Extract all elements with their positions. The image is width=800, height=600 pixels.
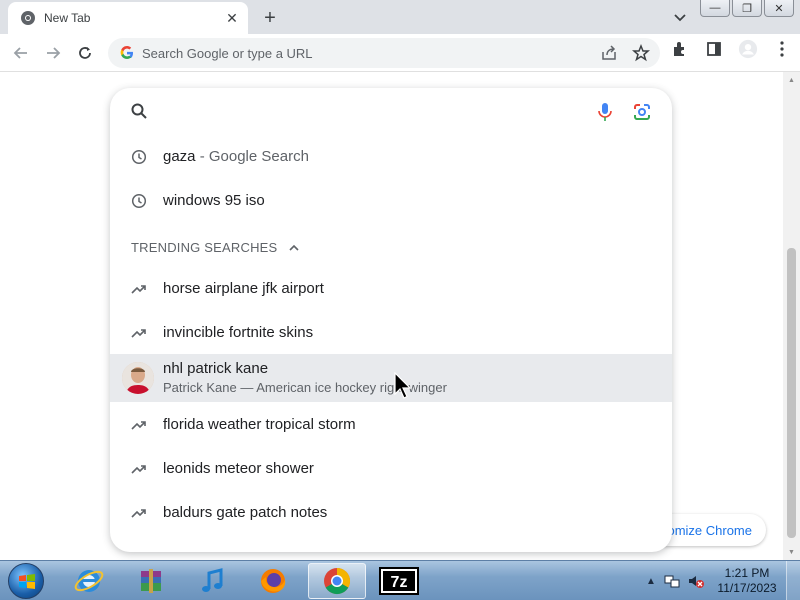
scroll-up-arrow-icon[interactable]: ▲ <box>787 76 796 85</box>
trending-arrow-icon <box>130 460 148 478</box>
search-icon <box>131 103 147 119</box>
search-box[interactable] <box>110 88 672 136</box>
suggestion-recent-gaza[interactable]: gaza - Google Search <box>110 134 672 178</box>
suggestion-recent-windows-95-iso[interactable]: windows 95 iso <box>110 178 672 222</box>
tab-strip: New Tab ✕ + — ❐ ✕ <box>0 0 800 34</box>
toolbar-actions <box>670 39 792 59</box>
clock-time: 1:21 PM <box>724 566 770 580</box>
extensions-icon[interactable] <box>670 39 690 59</box>
google-g-icon <box>120 46 133 59</box>
new-tab-button[interactable]: + <box>258 6 282 30</box>
taskbar-winrar[interactable] <box>122 563 180 599</box>
internet-explorer-icon <box>74 570 104 592</box>
taskbar-clock[interactable]: 1:21 PM 11/17/2023 <box>708 566 786 596</box>
taskbar-internet-explorer[interactable] <box>60 563 118 599</box>
trending-searches-header[interactable]: TRENDING SEARCHES <box>131 240 299 255</box>
suggestion-text: baldurs gate patch notes <box>163 503 328 521</box>
forward-button[interactable] <box>42 42 64 64</box>
search-suggestions-dropdown: gaza - Google Search windows 95 iso TREN… <box>110 88 672 552</box>
suggestion-trending[interactable]: baldurs gate patch notes <box>110 490 672 534</box>
suggestion-trending[interactable]: florida weather tropical storm <box>110 402 672 446</box>
itunes-music-note-icon <box>202 568 223 592</box>
system-tray: ▲ 1:21 PM 11/17/2023 <box>642 561 800 600</box>
patrick-kane-thumbnail <box>122 362 154 394</box>
back-button[interactable] <box>10 42 32 64</box>
voice-search-mic-icon[interactable] <box>596 102 614 122</box>
winrar-icon <box>141 569 161 593</box>
reload-button[interactable] <box>74 42 96 64</box>
tab-close-icon[interactable]: ✕ <box>222 8 242 28</box>
7zip-icon: 7z <box>379 567 419 595</box>
trending-arrow-icon <box>130 324 148 342</box>
suggestion-text: horse airplane jfk airport <box>163 279 324 297</box>
scroll-down-arrow-icon[interactable]: ▼ <box>787 548 796 557</box>
window-controls: — ❐ ✕ <box>700 0 794 18</box>
trending-arrow-icon <box>130 416 148 434</box>
suggestion-text: gaza - Google Search <box>163 147 309 165</box>
start-button[interactable] <box>4 562 48 600</box>
suggestion-text: nhl patrick kane <box>163 360 269 377</box>
taskbar-firefox[interactable] <box>244 563 302 599</box>
reload-icon <box>79 47 91 59</box>
chevron-up-icon[interactable] <box>289 243 299 253</box>
taskbar-7zip[interactable]: 7z <box>370 563 428 599</box>
tab-search-chevron-icon[interactable] <box>670 8 690 28</box>
chrome-icon <box>324 567 351 595</box>
trending-arrow-icon <box>130 504 148 522</box>
suggestion-text: invincible fortnite skins <box>163 323 314 341</box>
suggestion-text: windows 95 iso <box>163 191 265 209</box>
menu-kebab-icon[interactable] <box>772 39 792 59</box>
trending-arrow-icon <box>130 280 148 298</box>
suggestion-trending[interactable]: horse airplane jfk airport <box>110 266 672 310</box>
suggestion-entity-patrick-kane[interactable]: nhl patrick kane Patrick Kane — American… <box>110 354 672 402</box>
trending-title: TRENDING SEARCHES <box>131 240 278 255</box>
suggestion-trending[interactable]: invincible fortnite skins <box>110 310 672 354</box>
share-icon[interactable] <box>600 44 618 67</box>
mouse-cursor-icon <box>394 372 412 399</box>
volume-muted-icon[interactable] <box>686 571 706 591</box>
chrome-favicon-icon <box>21 11 35 25</box>
close-window-button[interactable]: ✕ <box>764 0 794 17</box>
clock-date: 11/17/2023 <box>717 581 777 595</box>
network-icon[interactable] <box>662 571 682 591</box>
scrollbar-thumb[interactable] <box>787 248 796 538</box>
suggestion-trending[interactable]: leonids meteor shower <box>110 446 672 490</box>
firefox-icon <box>261 569 286 593</box>
show-hidden-icons-arrow-icon[interactable]: ▲ <box>642 576 660 587</box>
page-scrollbar[interactable]: ▲ ▼ <box>783 72 800 560</box>
forward-arrow-icon <box>47 47 61 59</box>
svg-text:7z: 7z <box>391 574 408 591</box>
tab-title: New Tab <box>44 11 91 25</box>
windows-taskbar: 7z ▲ 1:21 PM 11/17/2023 <box>0 560 800 600</box>
back-arrow-icon <box>13 47 27 59</box>
google-lens-camera-icon[interactable] <box>632 102 652 122</box>
minimize-button[interactable]: — <box>700 0 730 17</box>
taskbar-itunes[interactable] <box>184 563 242 599</box>
history-clock-icon <box>130 192 148 210</box>
restore-button[interactable]: ❐ <box>732 0 762 17</box>
address-bar[interactable]: Search Google or type a URL <box>108 38 660 68</box>
side-panel-icon[interactable] <box>704 39 724 59</box>
suggestion-text: leonids meteor shower <box>163 459 314 477</box>
taskbar-chrome[interactable] <box>308 563 366 599</box>
bookmark-star-icon[interactable] <box>632 43 650 67</box>
browser-toolbar: Search Google or type a URL <box>0 34 800 72</box>
windows-orb-icon <box>8 563 44 599</box>
show-desktop-button[interactable] <box>786 561 800 600</box>
profile-avatar-icon[interactable] <box>738 39 758 59</box>
history-clock-icon <box>130 148 148 166</box>
suggestion-text: florida weather tropical storm <box>163 415 356 433</box>
tab-new-tab[interactable]: New Tab ✕ <box>8 2 248 34</box>
address-bar-placeholder: Search Google or type a URL <box>142 45 313 61</box>
